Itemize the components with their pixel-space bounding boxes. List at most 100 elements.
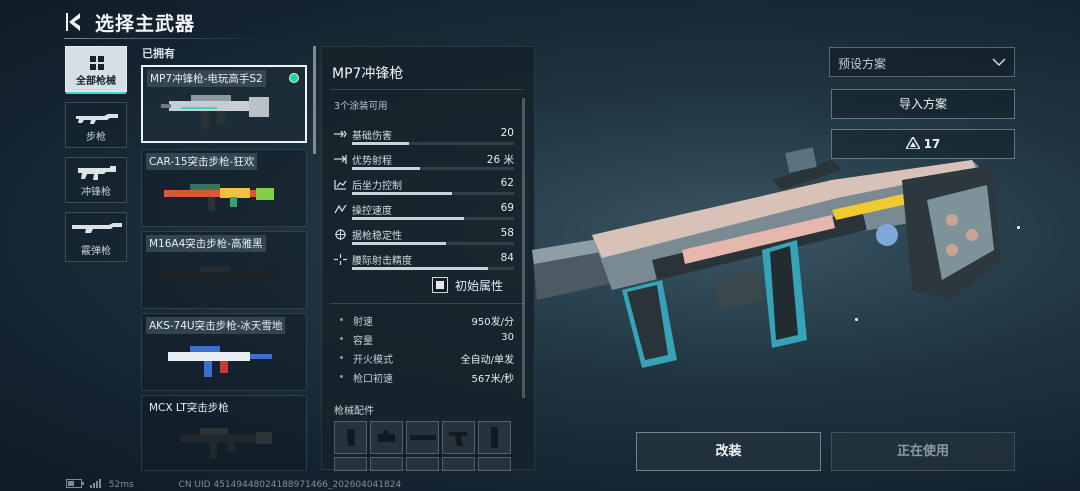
stat-value: 84	[500, 252, 514, 264]
weapon-3d-preview[interactable]	[532, 140, 1012, 390]
mcxlt-thumbnail	[180, 428, 272, 458]
stat-bar	[352, 242, 514, 245]
prop-value: 567米/秒	[471, 374, 514, 385]
stat-damage: 基础伤害 20	[334, 127, 516, 149]
attachment-slot-barrel[interactable]	[406, 421, 439, 454]
weapon-card-aks74u[interactable]: AKS-74U突击步枪-冰天雪地	[141, 313, 307, 391]
stat-bar-fill	[352, 242, 446, 245]
prop-label: 射速	[353, 317, 373, 328]
category-shotgun[interactable]: 霰弹枪	[65, 212, 127, 262]
attachment-slot-muzzle[interactable]	[478, 421, 511, 454]
attachments-label: 枪械配件	[334, 406, 374, 417]
preset-placeholder: 预设方案	[838, 57, 887, 71]
like-count: 17	[923, 137, 941, 151]
like-icon	[904, 135, 921, 150]
prop-fire-mode: 开火模式 全自动/单发	[340, 351, 516, 369]
modify-button[interactable]: 改装	[636, 432, 821, 471]
bullet-dot	[340, 337, 343, 340]
category-smg[interactable]: 冲锋枪	[65, 157, 127, 203]
weapon-card-name: CAR-15突击步枪-狂欢	[146, 153, 258, 170]
prop-capacity: 容量 30	[340, 332, 516, 350]
category-rifle[interactable]: 步枪	[65, 102, 127, 148]
stat-bar	[352, 167, 514, 170]
stability-icon	[335, 229, 346, 240]
prop-label: 枪口初速	[353, 374, 393, 385]
weapon-card-name: MP7冲锋枪-电玩高手S2	[147, 70, 266, 87]
chevron-down-icon	[992, 58, 1006, 67]
stat-bar-fill	[352, 192, 453, 195]
muzzle-icon	[491, 427, 498, 448]
attachment-slot[interactable]	[334, 457, 367, 471]
category-all-guns[interactable]: 全部枪械	[65, 46, 127, 94]
weapon-card-mcxlt[interactable]: MCX LT突击步枪	[141, 395, 307, 471]
owned-section-label: 已拥有	[142, 47, 175, 60]
weapon-card-name: MCX LT突击步枪	[149, 402, 229, 414]
stat-label: 优势射程	[352, 156, 392, 167]
bullet-dot	[340, 356, 343, 359]
prop-muzzle-velocity: 枪口初速 567米/秒	[340, 370, 516, 388]
damage-icon	[334, 130, 347, 138]
stat-hipfire: 腰际射击精度 84	[334, 252, 516, 274]
stat-bar-fill	[352, 267, 489, 270]
weapon-card-mp7[interactable]: MP7冲锋枪-电玩高手S2	[141, 65, 307, 143]
in-use-button[interactable]: 正在使用	[831, 432, 1015, 471]
stat-bar	[352, 142, 514, 145]
barrel-icon	[410, 435, 436, 440]
title-underline	[64, 38, 264, 39]
bullet-dot	[340, 318, 343, 321]
stat-value: 58	[500, 227, 514, 239]
stat-label: 基础伤害	[352, 131, 392, 142]
mp7-thumbnail	[161, 95, 269, 129]
bullet-dot	[340, 375, 343, 378]
back-arrow-icon[interactable]	[64, 10, 86, 34]
attachment-slot[interactable]	[406, 457, 439, 471]
rifle-icon	[76, 114, 118, 124]
stat-bar	[352, 267, 514, 270]
stat-label: 操控速度	[352, 206, 392, 217]
stat-value: 62	[500, 177, 514, 189]
weapon-card-car15[interactable]: CAR-15突击步枪-狂欢	[141, 149, 307, 227]
stat-bar	[352, 192, 514, 195]
category-label: 冲锋枪	[81, 187, 111, 198]
panel-divider	[330, 303, 524, 304]
sparkle	[855, 318, 858, 321]
grip-icon	[449, 432, 467, 446]
shotgun-icon	[72, 223, 122, 233]
import-preset-button[interactable]: 导入方案	[831, 89, 1015, 119]
list-scrollbar[interactable]	[313, 46, 316, 154]
panel-scrollbar[interactable]	[522, 98, 525, 398]
sparkle	[1017, 226, 1020, 229]
preset-dropdown[interactable]: 预设方案	[829, 47, 1015, 77]
panel-divider	[330, 89, 524, 90]
stat-range: 优势射程 26 米	[334, 152, 516, 174]
skins-available[interactable]: 3个涂装可用	[334, 98, 388, 112]
battery-icon	[66, 479, 84, 488]
optic-icon	[378, 430, 395, 442]
attachment-slot-grip[interactable]	[442, 421, 475, 454]
initial-attributes-label[interactable]: 初始属性	[455, 277, 503, 294]
range-icon	[334, 155, 347, 164]
stat-bar-fill	[352, 142, 409, 145]
attachment-slot[interactable]	[442, 457, 475, 471]
like-button[interactable]: 17	[831, 129, 1015, 159]
recoil-icon	[334, 180, 347, 190]
initial-attributes-checkbox[interactable]	[432, 277, 448, 293]
stat-label: 腰际射击精度	[352, 256, 412, 267]
attachment-slot-magazine[interactable]	[334, 421, 367, 454]
attachment-slot[interactable]	[478, 457, 511, 471]
hipfire-icon	[334, 254, 347, 265]
grid-icon	[90, 56, 104, 70]
stat-recoil: 后坐力控制 62	[334, 177, 516, 199]
attachment-slot-optic[interactable]	[370, 421, 403, 454]
handling-icon	[334, 204, 347, 214]
stat-value: 20	[500, 127, 514, 139]
prop-value: 全自动/单发	[460, 355, 514, 366]
attachment-slot[interactable]	[370, 457, 403, 471]
stat-label: 据枪稳定性	[352, 231, 402, 242]
weapon-card-m16a4[interactable]: M16A4突击步枪-高雅黑	[141, 231, 307, 309]
category-label: 全部枪械	[76, 76, 116, 87]
prop-value: 30	[501, 332, 514, 343]
page-title: 选择主武器	[95, 13, 196, 35]
signal-icon	[89, 479, 101, 488]
stat-value: 69	[500, 202, 514, 214]
